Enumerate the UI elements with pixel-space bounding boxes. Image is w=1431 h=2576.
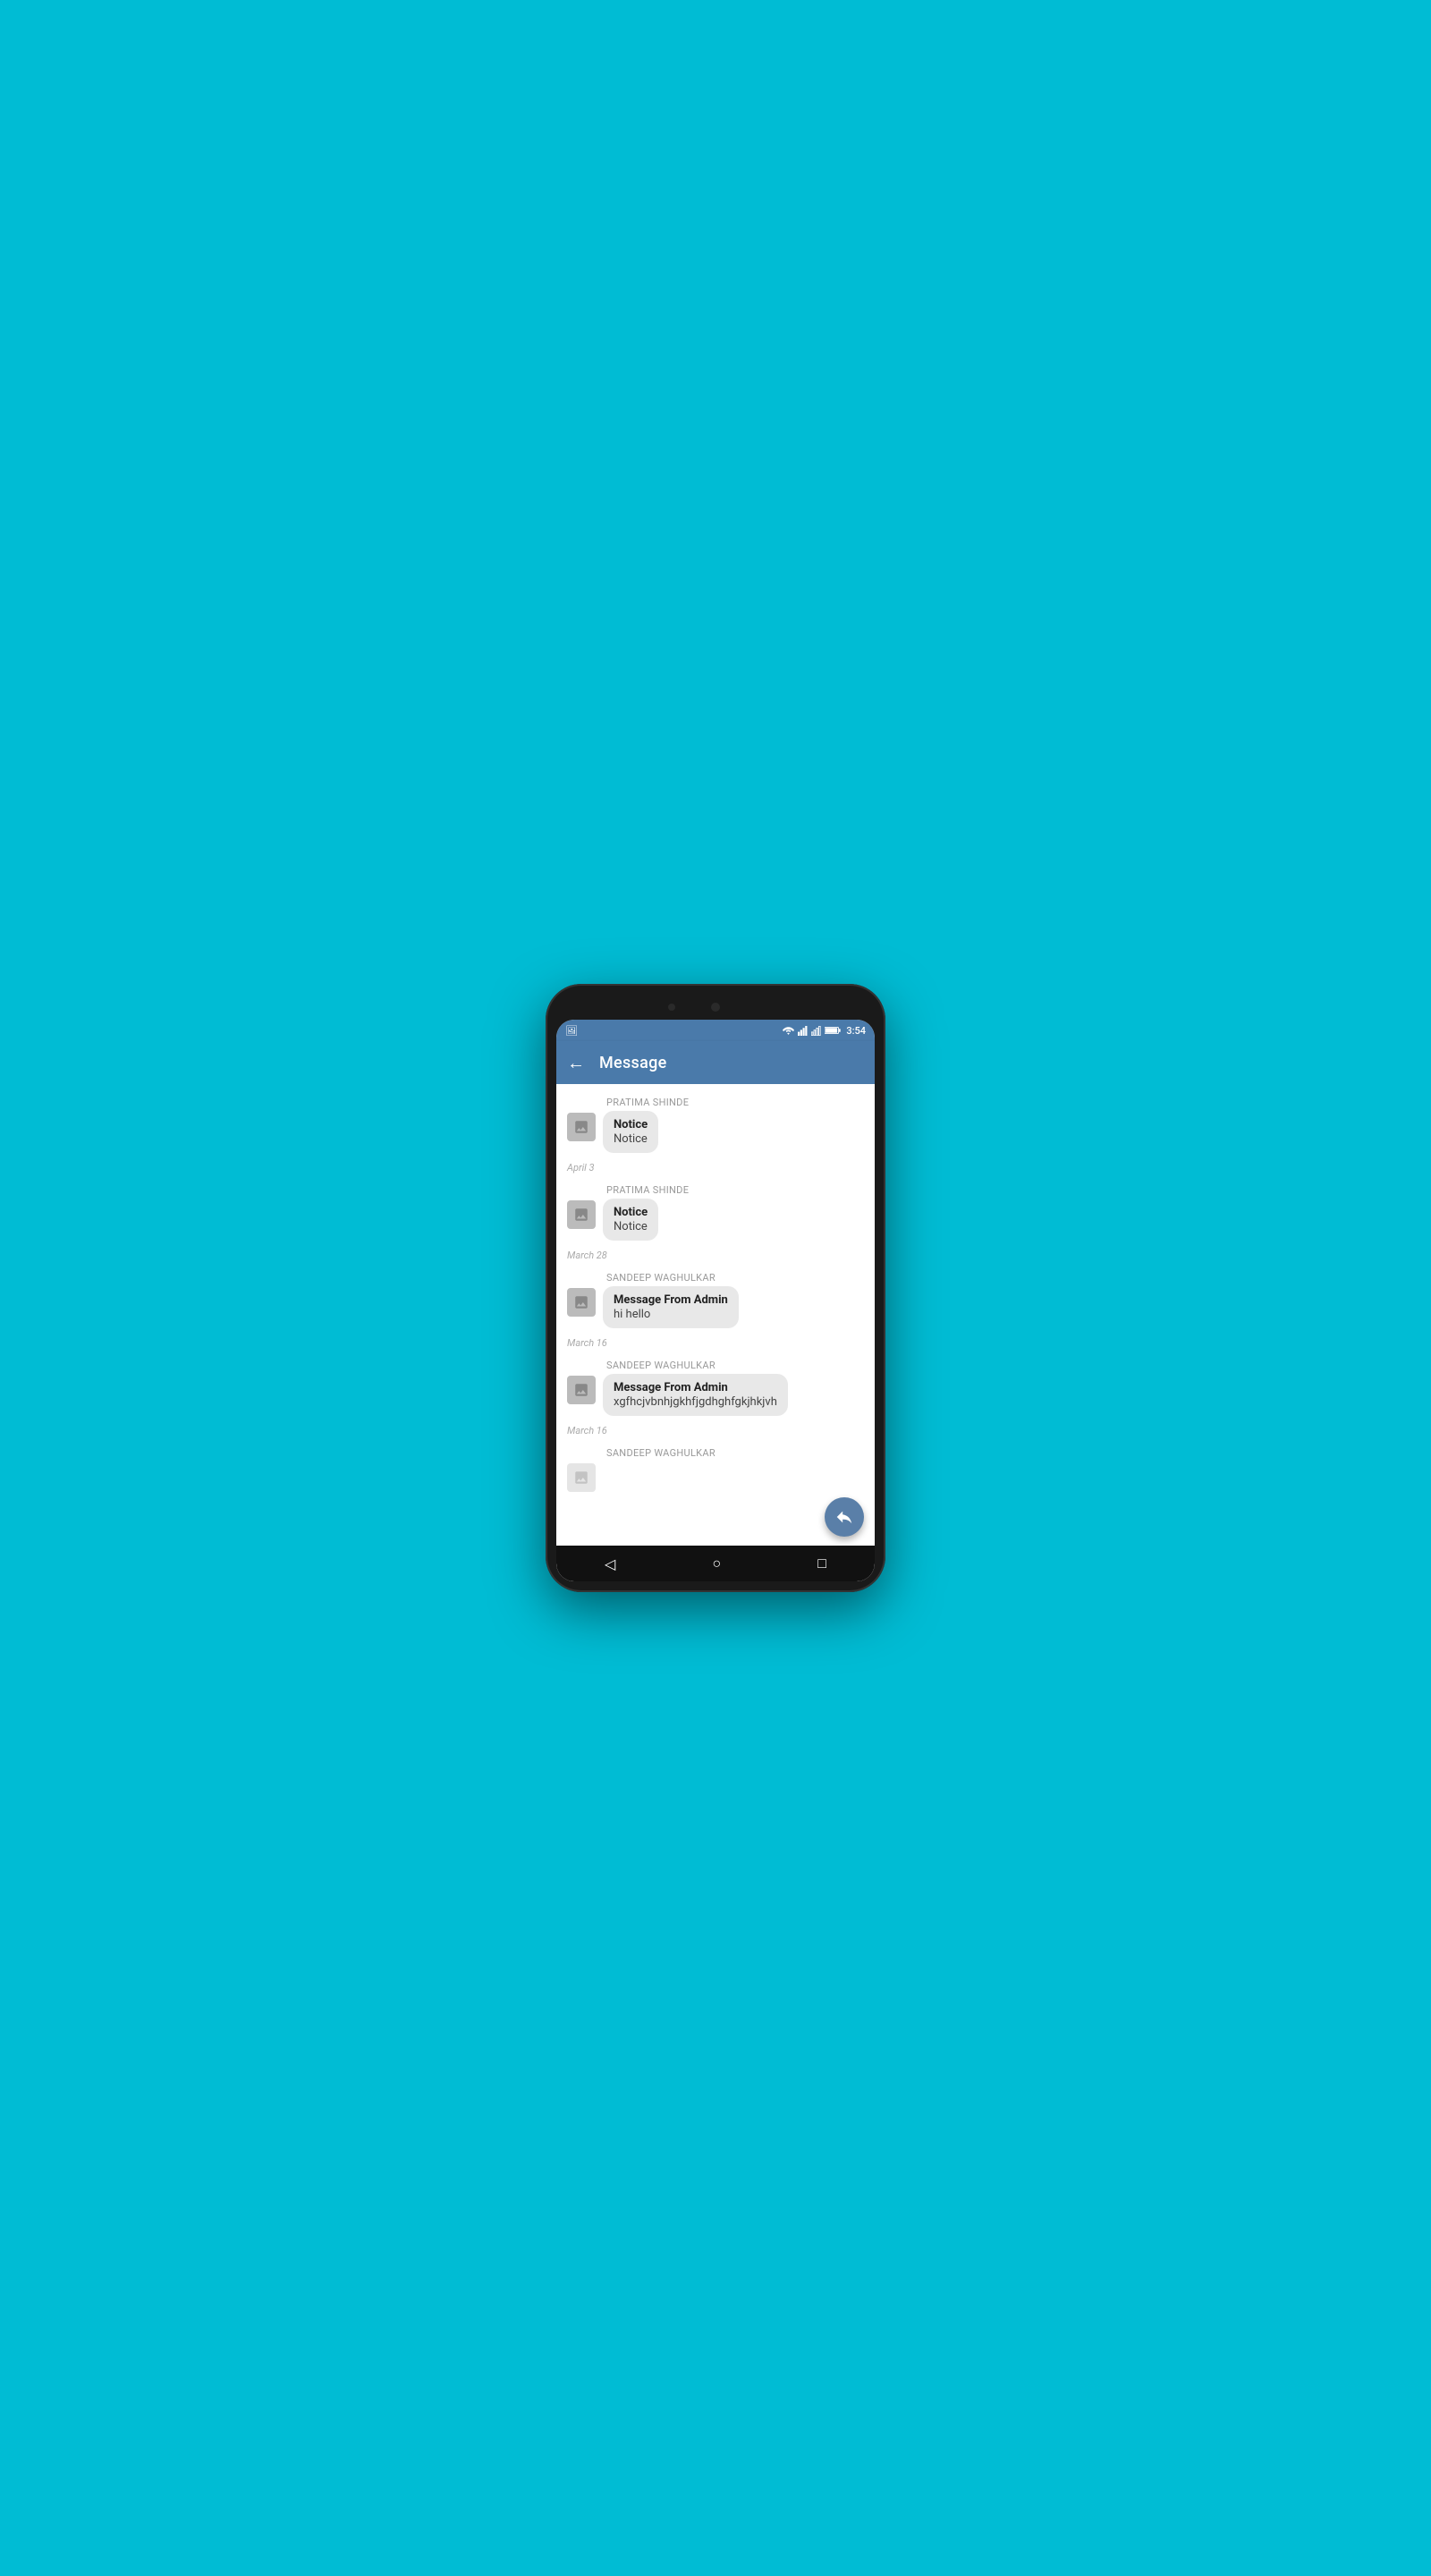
reply-icon xyxy=(834,1507,854,1527)
message-bubble-3: Message From Admin hi hello xyxy=(603,1286,739,1328)
phone-camera xyxy=(711,1003,720,1012)
back-button[interactable]: ← xyxy=(567,1052,585,1074)
date-label-4: March 16 xyxy=(567,1425,864,1436)
message-title-1: Notice xyxy=(614,1118,648,1131)
message-group-2: PRATIMA SHINDE Notice Notice xyxy=(556,1179,875,1246)
message-title-2: Notice xyxy=(614,1206,648,1219)
status-left-icons: 🖼 xyxy=(565,1025,578,1037)
message-row-3: Message From Admin hi hello xyxy=(567,1286,864,1328)
phone-device: 🖼 xyxy=(546,984,885,1592)
phone-top-bar xyxy=(556,995,875,1020)
message-row-4: Message From Admin xgfhcjvbnhjgkhfjgdhgh… xyxy=(567,1374,864,1416)
toolbar-title: Message xyxy=(599,1054,667,1072)
avatar-4 xyxy=(567,1376,596,1404)
message-body-1: Notice xyxy=(614,1132,648,1146)
bottom-navigation: ◁ ○ □ xyxy=(556,1546,875,1581)
reply-fab-button[interactable] xyxy=(825,1497,864,1537)
photo-icon: 🖼 xyxy=(565,1025,578,1037)
message-group-3: SANDEEP WAGHULKAR Message From Admin hi … xyxy=(556,1267,875,1334)
recent-nav-button[interactable]: □ xyxy=(817,1555,826,1572)
message-group-5: SANDEEP WAGHULKAR xyxy=(556,1442,875,1497)
message-row-5 xyxy=(567,1462,864,1492)
home-nav-button[interactable]: ○ xyxy=(712,1555,721,1572)
message-bubble-1: Notice Notice xyxy=(603,1111,658,1153)
avatar-3 xyxy=(567,1288,596,1317)
message-title-4: Message From Admin xyxy=(614,1381,777,1394)
date-label-3: March 16 xyxy=(567,1337,864,1349)
signal-icon xyxy=(798,1026,808,1036)
avatar-1 xyxy=(567,1113,596,1141)
message-body-2: Notice xyxy=(614,1220,648,1233)
sender-name-1: PRATIMA SHINDE xyxy=(606,1097,864,1108)
sender-name-4: SANDEEP WAGHULKAR xyxy=(606,1360,864,1371)
wifi-icon xyxy=(783,1026,794,1035)
message-body-3: hi hello xyxy=(614,1308,728,1321)
phone-speaker xyxy=(668,1004,675,1011)
message-row-2: Notice Notice xyxy=(567,1199,864,1241)
phone-screen: 🖼 xyxy=(556,1020,875,1581)
message-title-3: Message From Admin xyxy=(614,1293,728,1307)
avatar-2 xyxy=(567,1200,596,1229)
time-display: 3:54 xyxy=(846,1025,866,1037)
messages-area[interactable]: PRATIMA SHINDE Notice Notice April 3 xyxy=(556,1084,875,1546)
app-toolbar: ← Message xyxy=(556,1041,875,1084)
back-nav-button[interactable]: ◁ xyxy=(605,1555,615,1572)
message-group-1: PRATIMA SHINDE Notice Notice xyxy=(556,1091,875,1158)
message-group-4: SANDEEP WAGHULKAR Message From Admin xgf… xyxy=(556,1354,875,1421)
image-placeholder-icon-4 xyxy=(573,1382,589,1398)
avatar-5 xyxy=(567,1463,596,1492)
image-placeholder-icon-3 xyxy=(573,1294,589,1310)
sender-name-3: SANDEEP WAGHULKAR xyxy=(606,1272,864,1284)
sender-name-2: PRATIMA SHINDE xyxy=(606,1184,864,1196)
message-body-4: xgfhcjvbnhjgkhfjgdhghfgkjhkjvh xyxy=(614,1395,777,1409)
image-placeholder-icon-5 xyxy=(573,1470,589,1486)
sender-name-5: SANDEEP WAGHULKAR xyxy=(606,1447,864,1459)
date-label-1: April 3 xyxy=(567,1162,864,1174)
battery-icon xyxy=(825,1026,841,1035)
message-row-1: Notice Notice xyxy=(567,1111,864,1153)
status-right-icons: 3:54 xyxy=(783,1025,866,1037)
status-bar: 🖼 xyxy=(556,1020,875,1041)
image-placeholder-icon-2 xyxy=(573,1207,589,1223)
signal-outline-icon xyxy=(811,1026,821,1036)
date-label-2: March 28 xyxy=(567,1250,864,1261)
message-bubble-2: Notice Notice xyxy=(603,1199,658,1241)
image-placeholder-icon xyxy=(573,1119,589,1135)
message-bubble-4: Message From Admin xgfhcjvbnhjgkhfjgdhgh… xyxy=(603,1374,788,1416)
